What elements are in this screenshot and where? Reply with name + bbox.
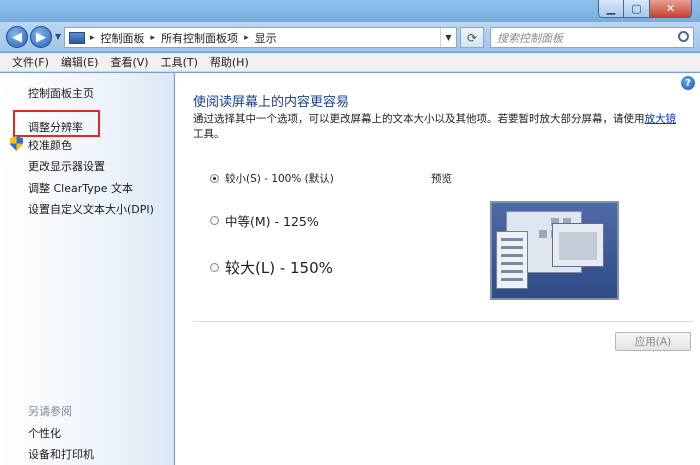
description-tail: 工具。 (193, 128, 225, 140)
sidebar-item-home[interactable]: 控制面板主页 (28, 85, 94, 101)
address-bar[interactable]: ▸ 控制面板 ▸ 所有控制面板项 ▸ 显示 ▼ (64, 27, 457, 48)
menu-view[interactable]: 查看(V) (104, 54, 154, 70)
help-icon[interactable]: ? (681, 76, 695, 90)
size-option-medium[interactable]: 中等(M) - 125% (210, 211, 319, 230)
menu-bar: 文件(F) 编辑(E) 查看(V) 工具(T) 帮助(H) (0, 53, 700, 72)
preview-image (490, 201, 619, 300)
recent-pages-dropdown[interactable]: ▼ (55, 32, 61, 41)
breadcrumb-display[interactable]: 显示 (255, 30, 277, 46)
radio-icon[interactable] (210, 216, 219, 225)
sidebar-item-resolution[interactable]: 调整分辨率 (28, 119, 83, 135)
page-title: 使阅读屏幕上的内容更容易 (193, 95, 350, 110)
size-option-label: 较大(L) - 150% (225, 259, 333, 277)
radio-icon[interactable] (210, 263, 219, 272)
sidebar-item-custom-dpi[interactable]: 设置自定义文本大小(DPI) (28, 201, 154, 217)
back-button[interactable]: ◀ (6, 26, 28, 48)
radio-selected-icon[interactable] (210, 174, 219, 183)
navigation-bar: ◀ ▶ ▼ ▸ 控制面板 ▸ 所有控制面板项 ▸ 显示 ▼ ⟳ 搜索控制面板 (0, 22, 700, 52)
page-description: 通过选择其中一个选项，可以更改屏幕上的文本大小以及其他项。若要暂时放大部分屏幕，… (193, 112, 683, 142)
magnifier-link[interactable]: 放大镜 (645, 113, 677, 125)
sidebar-item-cleartype[interactable]: 调整 ClearType 文本 (28, 180, 133, 196)
address-dropdown-button[interactable]: ▼ (440, 28, 456, 47)
arrow-left-icon: ◀ (12, 29, 22, 45)
preview-label: 预览 (431, 173, 452, 185)
window-controls: ▁ ▢ ✕ (598, 0, 692, 18)
size-option-large[interactable]: 较大(L) - 150% (210, 257, 333, 278)
shield-icon (10, 136, 23, 151)
menu-help[interactable]: 帮助(H) (204, 54, 255, 70)
refresh-button[interactable]: ⟳ (460, 27, 484, 48)
title-bar: ▁ ▢ ✕ (0, 0, 700, 22)
breadcrumb-all-items[interactable]: 所有控制面板项 (161, 30, 238, 46)
menu-edit[interactable]: 编辑(E) (55, 54, 105, 70)
search-input[interactable]: 搜索控制面板 (490, 27, 694, 48)
search-placeholder: 搜索控制面板 (497, 31, 563, 45)
main-content: ? 使阅读屏幕上的内容更容易 通过选择其中一个选项，可以更改屏幕上的文本大小以及… (175, 73, 700, 465)
size-option-label: 中等(M) - 125% (225, 214, 319, 229)
menu-tools[interactable]: 工具(T) (155, 54, 204, 70)
sidebar-item-devices-printers[interactable]: 设备和打印机 (28, 446, 94, 462)
sidebar-item-personalization[interactable]: 个性化 (28, 425, 61, 441)
divider (193, 321, 693, 322)
preview-window (552, 223, 604, 267)
sidebar-item-display-settings[interactable]: 更改显示器设置 (28, 158, 105, 174)
crumb-separator: ▸ (90, 32, 95, 43)
maximize-button[interactable]: ▢ (624, 0, 650, 18)
crumb-separator: ▸ (150, 32, 156, 43)
size-option-label: 较小(S) - 100% (默认) (225, 173, 334, 185)
minimize-button[interactable]: ▁ (598, 0, 624, 18)
description-text: 通过选择其中一个选项，可以更改屏幕上的文本大小以及其他项。若要暂时放大部分屏幕，… (193, 113, 645, 125)
control-panel-icon (69, 31, 85, 44)
close-button[interactable]: ✕ (650, 0, 692, 18)
forward-button[interactable]: ▶ (30, 26, 52, 48)
apply-button[interactable]: 应用(A) (615, 332, 691, 351)
see-also-heading: 另请参阅 (28, 405, 72, 418)
preview-list-window (496, 231, 528, 289)
size-option-small[interactable]: 较小(S) - 100% (默认) (210, 171, 334, 186)
arrow-right-icon: ▶ (36, 29, 46, 45)
breadcrumb-control-panel[interactable]: 控制面板 (101, 30, 145, 46)
crumb-separator: ▸ (244, 32, 249, 43)
refresh-icon: ⟳ (466, 30, 478, 45)
sidebar: 控制面板主页 调整分辨率 校准颜色 更改显示器设置 调整 ClearType 文… (0, 73, 174, 465)
sidebar-item-calibrate-color[interactable]: 校准颜色 (28, 137, 72, 153)
menu-file[interactable]: 文件(F) (6, 54, 55, 70)
search-icon[interactable] (678, 31, 689, 42)
